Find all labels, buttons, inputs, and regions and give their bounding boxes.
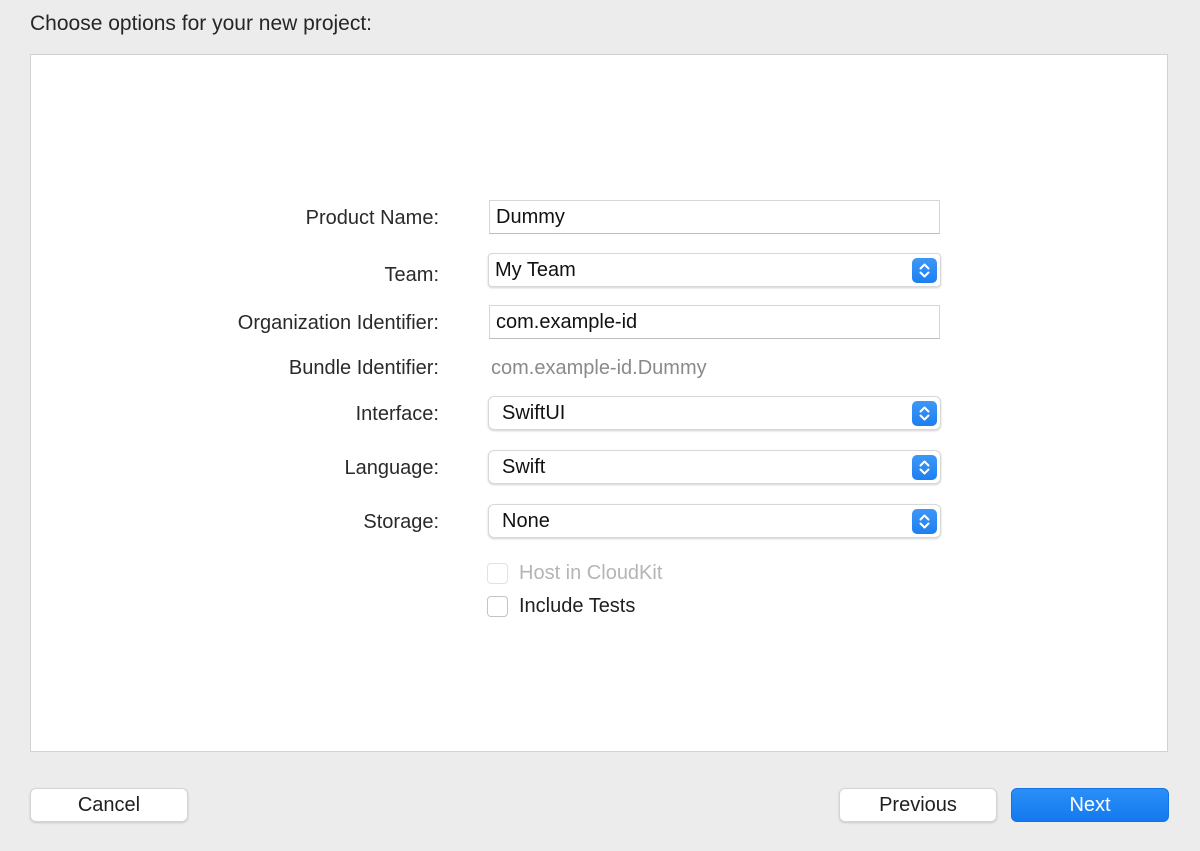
storage-row: Storage: None bbox=[31, 504, 1167, 540]
team-popup-value: My Team bbox=[495, 259, 576, 281]
storage-label: Storage: bbox=[363, 511, 439, 533]
previous-button[interactable]: Previous bbox=[839, 788, 997, 822]
bundle-identifier-label: Bundle Identifier: bbox=[288, 357, 439, 379]
team-label: Team: bbox=[384, 264, 439, 286]
product-name-row: Product Name: Dummy bbox=[31, 200, 1167, 236]
chevron-up-down-icon bbox=[912, 258, 937, 283]
storage-popup[interactable]: None bbox=[488, 504, 941, 538]
team-popup[interactable]: My Team bbox=[488, 253, 941, 287]
chevron-up-down-icon bbox=[912, 401, 937, 426]
bundle-identifier-row: Bundle Identifier: com.example-id.Dummy bbox=[31, 350, 1167, 386]
organization-identifier-field[interactable]: com.example-id bbox=[489, 305, 940, 339]
chevron-up-down-icon bbox=[912, 455, 937, 480]
interface-label: Interface: bbox=[355, 403, 439, 425]
language-row: Language: Swift bbox=[31, 450, 1167, 486]
options-panel: Product Name: Dummy Team: My Team Organi… bbox=[30, 54, 1168, 752]
include-tests-checkbox[interactable] bbox=[487, 596, 508, 617]
team-row: Team: My Team bbox=[31, 253, 1167, 289]
organization-identifier-row: Organization Identifier: com.example-id bbox=[31, 305, 1167, 341]
language-popup[interactable]: Swift bbox=[488, 450, 941, 484]
dialog-heading: Choose options for your new project: bbox=[30, 12, 373, 35]
chevron-up-down-icon bbox=[912, 509, 937, 534]
organization-identifier-label: Organization Identifier: bbox=[237, 312, 439, 334]
storage-popup-value: None bbox=[502, 510, 550, 532]
product-name-field[interactable]: Dummy bbox=[489, 200, 940, 234]
interface-popup[interactable]: SwiftUI bbox=[488, 396, 941, 430]
bundle-identifier-value: com.example-id.Dummy bbox=[491, 357, 707, 379]
interface-row: Interface: SwiftUI bbox=[31, 396, 1167, 432]
language-label: Language: bbox=[344, 457, 439, 479]
cancel-button[interactable]: Cancel bbox=[30, 788, 188, 822]
language-popup-value: Swift bbox=[502, 456, 546, 478]
host-in-cloudkit-checkbox[interactable] bbox=[487, 563, 508, 584]
host-in-cloudkit-label: Host in CloudKit bbox=[519, 562, 663, 584]
include-tests-label: Include Tests bbox=[519, 595, 636, 617]
next-button[interactable]: Next bbox=[1011, 788, 1169, 822]
product-name-label: Product Name: bbox=[305, 207, 439, 229]
interface-popup-value: SwiftUI bbox=[502, 402, 566, 424]
